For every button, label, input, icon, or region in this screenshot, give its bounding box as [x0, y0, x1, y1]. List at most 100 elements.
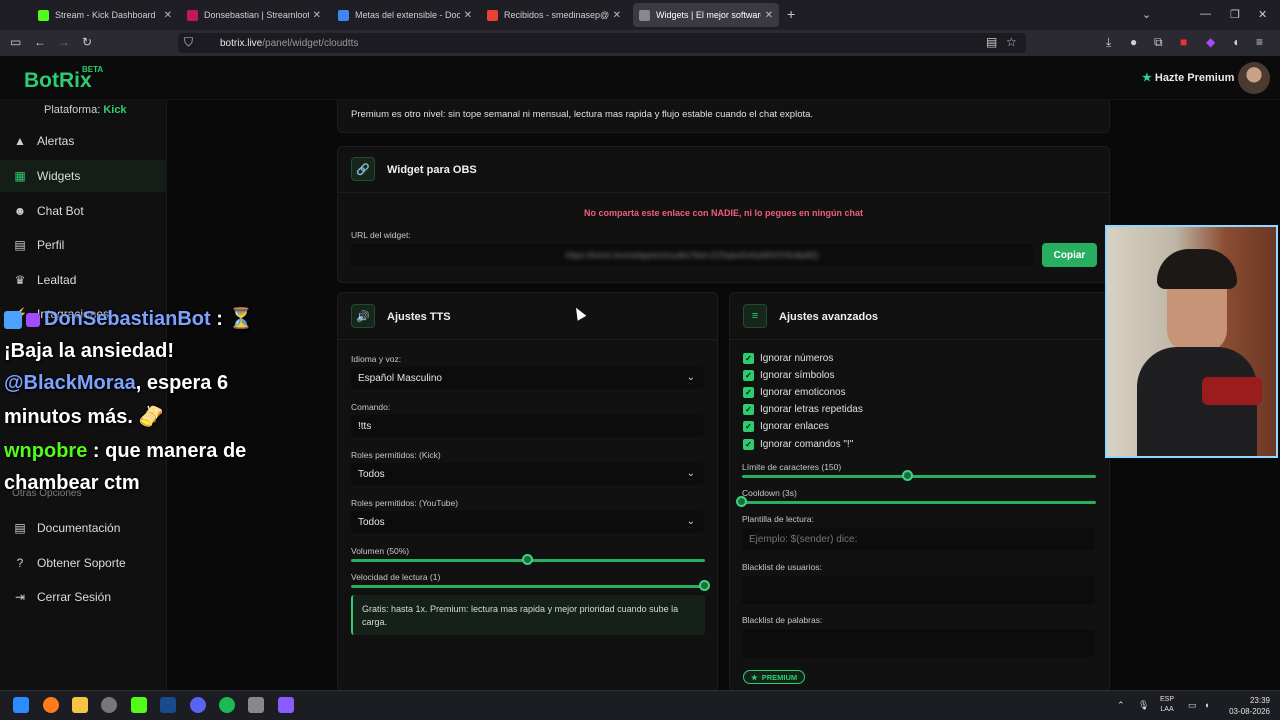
new-tab-icon[interactable]: + [787, 6, 795, 22]
restore-icon[interactable]: ❐ [1230, 8, 1240, 21]
network-icon[interactable]: ▭ [1188, 700, 1197, 711]
lang-layout: LAA [1160, 706, 1174, 713]
char-limit-slider-track[interactable] [742, 475, 1096, 478]
close-tab-icon[interactable]: ✕ [613, 10, 621, 21]
browser-tab-active[interactable]: Widgets | El mejor software pa ✕ [633, 3, 779, 27]
language-indicator[interactable]: ESP LAA [1160, 695, 1174, 715]
bookmark-star-icon[interactable]: ☆ [1006, 35, 1017, 49]
checkbox-ignore-emotes[interactable]: ✓ Ignorar emoticonos [743, 387, 846, 398]
check-icon: ✓ [743, 439, 754, 450]
extensions-icon[interactable]: ⧉ [1154, 35, 1163, 50]
word-blacklist-input[interactable] [742, 629, 1095, 657]
user-blacklist-input[interactable] [742, 576, 1095, 604]
widgets-grid-icon: ▦ [14, 169, 26, 183]
sidebar-item-chatbot[interactable]: ☻ Chat Bot [0, 195, 166, 227]
sidebar-item-widgets[interactable]: ▦ Widgets [0, 160, 166, 192]
minimize-icon[interactable]: — [1200, 8, 1211, 20]
close-tab-icon[interactable]: ✕ [765, 10, 773, 21]
close-tab-icon[interactable]: ✕ [313, 10, 321, 21]
voice-select[interactable]: Español Masculino ⌄ [351, 367, 704, 389]
sidebar-item-soporte[interactable]: ? Obtener Soporte [0, 547, 166, 579]
cooldown-slider-track[interactable] [742, 501, 1096, 504]
microphone-icon[interactable]: 🎙 [1138, 700, 1149, 711]
avatar[interactable] [1238, 62, 1270, 94]
speed-slider-thumb[interactable] [699, 580, 710, 591]
tab-title: Metas del extensible - Documen [355, 10, 460, 20]
discord-icon[interactable] [190, 697, 206, 713]
forward-arrow-icon[interactable]: → [58, 35, 70, 49]
sidebar-toggle-icon[interactable]: ▭ [10, 35, 21, 49]
streamer-hair [1157, 249, 1237, 289]
extension-red-icon[interactable]: ■ [1180, 35, 1187, 49]
widget-url-field[interactable]: https://botrix.live/widgets/cloudtts?bid… [351, 244, 1033, 266]
sidebar-item-label: Documentación [37, 521, 121, 535]
streamloots-favicon-icon [187, 9, 198, 21]
tab-list-chevron-icon[interactable]: ⌄ [1142, 8, 1151, 21]
steam-icon[interactable] [160, 697, 176, 713]
checkbox-ignore-commands[interactable]: ✓ Ignorar comandos "!" [743, 439, 853, 450]
menu-icon[interactable]: ≡ [1256, 35, 1263, 49]
chat-message: wnpobre : que manera de [4, 440, 246, 463]
browser-tab[interactable]: Metas del extensible - Documen ✕ [332, 3, 478, 27]
volume-icon[interactable]: ◖ [1204, 700, 1209, 710]
sidebar-item-documentacion[interactable]: ▤ Documentación [0, 512, 166, 544]
roles-youtube-select[interactable]: Todos ⌄ [351, 511, 704, 533]
checkbox-ignore-repeated[interactable]: ✓ Ignorar letras repetidas [743, 404, 863, 415]
browser-tab[interactable]: Stream - Kick Dashboard ✕ [32, 3, 178, 27]
mute-icon[interactable]: ◖ [1232, 35, 1239, 49]
checkbox-ignore-symbols[interactable]: ✓ Ignorar símbolos [743, 370, 834, 381]
address-bar[interactable]: botrix.live/panel/widget/cloudtts [178, 33, 1026, 53]
browser-tab[interactable]: Donsebastian | Streamloots | D ✕ [181, 3, 327, 27]
lang-code: ESP [1160, 696, 1175, 703]
cooldown-label: Cooldown (3s) [742, 488, 797, 498]
clock[interactable]: 23:39 03-08-2026 [1222, 695, 1270, 717]
template-label: Plantilla de lectura: [742, 514, 814, 524]
cooldown-slider-thumb[interactable] [736, 496, 747, 507]
sidebar-item-cerrar-sesion[interactable]: ⇥ Cerrar Sesión [0, 581, 166, 613]
close-tab-icon[interactable]: ✕ [464, 10, 472, 21]
app-icon[interactable] [278, 697, 294, 713]
file-explorer-icon[interactable] [72, 697, 88, 713]
template-input[interactable] [742, 528, 1095, 550]
command-input[interactable]: !tts [351, 415, 704, 437]
robot-icon: ☻ [13, 204, 27, 218]
close-tab-icon[interactable]: ✕ [164, 10, 172, 21]
firefox-icon[interactable] [43, 697, 59, 713]
obs-icon[interactable] [101, 697, 117, 713]
windows-start-icon[interactable] [13, 697, 29, 713]
sidebar-item-lealtad[interactable]: ♛ Lealtad [0, 264, 166, 296]
speed-slider-track[interactable] [351, 585, 705, 588]
checkbox-ignore-numbers[interactable]: ✓ Ignorar números [743, 353, 833, 364]
sidebar-item-label: Perfil [37, 238, 65, 252]
spotify-icon[interactable] [219, 697, 235, 713]
platform-label: Plataforma: [44, 104, 101, 116]
sidebar-item-label: Alertas [37, 134, 75, 148]
volume-slider-thumb[interactable] [522, 554, 533, 565]
copy-button[interactable]: Copiar [1042, 243, 1097, 267]
calculator-icon[interactable] [248, 697, 264, 713]
check-icon: ✓ [743, 421, 754, 432]
command-input-value: !tts [358, 420, 372, 432]
chat-message: @BlackMoraa, espera 6 [4, 372, 228, 395]
window-close-icon[interactable]: ✕ [1258, 8, 1267, 21]
reload-icon[interactable]: ↻ [82, 35, 92, 49]
back-arrow-icon[interactable]: ← [34, 35, 46, 49]
tab-title: Recibidos - smedinasep@gmail [504, 10, 609, 20]
clock-time: 23:39 [1249, 696, 1270, 705]
advanced-card-title: Ajustes avanzados [779, 311, 879, 323]
checkbox-ignore-links[interactable]: ✓ Ignorar enlaces [743, 421, 829, 432]
browser-nav-bar: ▭ ← → ↻ botrix.live/panel/widget/cloudtt… [0, 30, 1280, 56]
sidebar-item-alertas[interactable]: ▲ Alertas [0, 125, 166, 157]
premium-button[interactable]: ★ Hazte Premium [1142, 71, 1234, 84]
microphone [1202, 377, 1262, 405]
browser-tab[interactable]: Recibidos - smedinasep@gmail ✕ [481, 3, 627, 27]
account-icon[interactable]: ● [1130, 35, 1137, 49]
sidebar-item-perfil[interactable]: ▤ Perfil [0, 229, 166, 261]
shield-icon[interactable]: ⛉ [184, 35, 193, 50]
roles-kick-select[interactable]: Todos ⌄ [351, 463, 704, 485]
extension-purple-icon[interactable]: ◆ [1206, 35, 1215, 49]
kick-app-icon[interactable] [131, 697, 147, 713]
reader-view-icon[interactable]: ▤ [986, 35, 997, 49]
tray-chevron-icon[interactable]: ⌃ [1117, 700, 1125, 711]
download-icon[interactable]: ⤓ [1106, 35, 1111, 50]
